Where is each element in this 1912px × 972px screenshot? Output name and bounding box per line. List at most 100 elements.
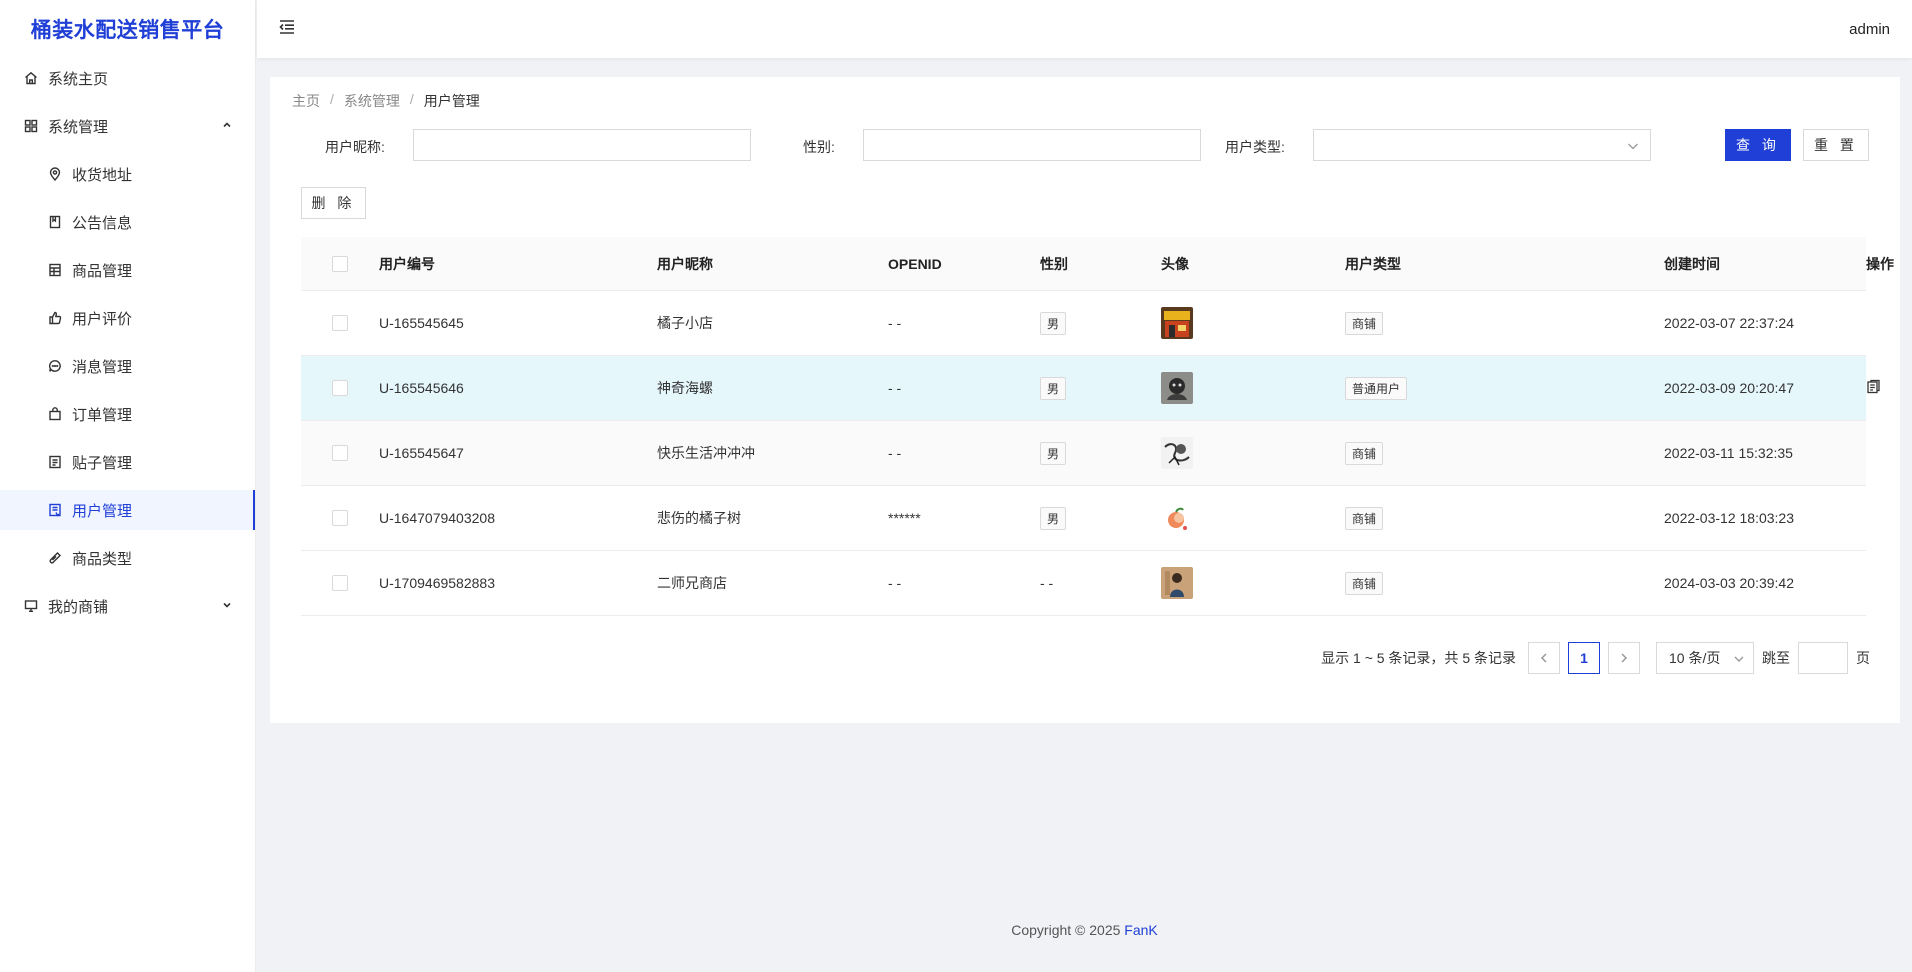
- breadcrumb-home[interactable]: 主页: [292, 91, 320, 111]
- sidebar-item-users[interactable]: 用户管理: [0, 490, 255, 530]
- user-type-tag: 商铺: [1345, 441, 1384, 465]
- sidebar-item-product-types[interactable]: 商品类型: [0, 538, 255, 578]
- edit-icon[interactable]: [1866, 379, 1881, 397]
- chevron-down-icon: [1626, 139, 1640, 153]
- chevron-left-icon: [1540, 653, 1547, 663]
- location-icon: [48, 167, 62, 181]
- book-icon: [48, 215, 62, 229]
- message-icon: [48, 359, 62, 373]
- avatar[interactable]: [1161, 372, 1193, 404]
- column-header: 创建时间: [1664, 255, 1720, 272]
- sidebar-item-products[interactable]: 商品管理: [0, 250, 255, 290]
- avatar[interactable]: [1161, 437, 1193, 469]
- gender-text: - -: [1040, 575, 1054, 591]
- sidebar-item-label: 商品类型: [72, 550, 133, 568]
- avatar-cell: [1161, 372, 1345, 404]
- row-checkbox[interactable]: [332, 510, 348, 526]
- row-checkbox[interactable]: [332, 575, 348, 591]
- avatar-cell: [1161, 502, 1345, 534]
- gender-label: 性别:: [803, 139, 835, 155]
- nickname-input[interactable]: [413, 129, 751, 161]
- user-type-tag: 商铺: [1345, 506, 1384, 530]
- sidebar-item-system[interactable]: 系统管理: [0, 106, 255, 146]
- row-checkbox[interactable]: [332, 445, 348, 461]
- page-suffix: 页: [1856, 650, 1870, 666]
- search-button[interactable]: 查 询: [1725, 129, 1791, 161]
- row-checkbox[interactable]: [332, 315, 348, 331]
- row-checkbox[interactable]: [332, 380, 348, 396]
- sidebar-item-home[interactable]: 系统主页: [0, 58, 255, 98]
- page-number-button[interactable]: 1: [1568, 642, 1600, 674]
- page-size-value: 10 条/页: [1669, 650, 1721, 666]
- sidebar-item-label: 消息管理: [72, 358, 133, 376]
- sidebar-menu: 系统主页 系统管理 收货地址 公告信息 商品管理 用户评价 消息管理 订单管理 …: [0, 58, 255, 626]
- avatar[interactable]: [1161, 502, 1193, 534]
- pagination: 显示 1 ~ 5 条记录，共 5 条记录 1 10 条/页 跳至 页: [1321, 642, 1870, 674]
- jump-page-input[interactable]: [1798, 642, 1848, 674]
- prev-page-button[interactable]: [1528, 642, 1560, 674]
- user-nickname: 悲伤的橘子树: [657, 510, 741, 526]
- gender-cell: 男: [1040, 376, 1161, 400]
- sidebar-item-label: 系统主页: [48, 70, 109, 88]
- row-select-cell: [301, 445, 379, 461]
- page-size-select[interactable]: 10 条/页: [1656, 642, 1754, 674]
- jump-label: 跳至: [1762, 650, 1790, 666]
- top-header: admin: [257, 0, 1912, 58]
- user-type-select[interactable]: [1313, 129, 1651, 161]
- table-row[interactable]: U-165545646 神奇海螺 - - 男 普通用户 2022-03-09 2…: [301, 356, 1880, 421]
- sidebar-item-label: 公告信息: [72, 214, 133, 232]
- next-page-button[interactable]: [1608, 642, 1640, 674]
- column-header: OPENID: [888, 255, 942, 272]
- chevron-down-icon: [1733, 652, 1745, 668]
- copyright-text: Copyright © 2025: [1011, 922, 1121, 938]
- avatar-cell: [1161, 437, 1345, 469]
- gender-input[interactable]: [863, 129, 1201, 161]
- avatar-cell: [1161, 567, 1345, 599]
- column-header: 用户编号: [379, 255, 435, 272]
- sidebar-item-my-shop[interactable]: 我的商铺: [0, 586, 255, 626]
- breadcrumb-separator: /: [409, 91, 414, 107]
- table-row[interactable]: U-165545647 快乐生活冲冲冲 - - 男 商铺 2022-03-11 …: [301, 421, 1866, 486]
- sidebar-item-label: 用户评价: [72, 310, 133, 328]
- sidebar-item-orders[interactable]: 订单管理: [0, 394, 255, 434]
- user-type-label: 用户类型:: [1225, 139, 1285, 155]
- avatar[interactable]: [1161, 307, 1193, 339]
- actions-cell: [1866, 379, 1881, 397]
- user-id: U-165545647: [379, 445, 464, 461]
- tag-icon: [48, 551, 62, 565]
- user-openid: ******: [888, 510, 921, 526]
- home-icon: [24, 71, 38, 85]
- sidebar-item-address[interactable]: 收货地址: [0, 154, 255, 194]
- sidebar-item-posts[interactable]: 贴子管理: [0, 442, 255, 482]
- sidebar-item-label: 收货地址: [72, 166, 133, 184]
- breadcrumb-section[interactable]: 系统管理: [344, 91, 400, 111]
- reset-button[interactable]: 重 置: [1803, 129, 1869, 161]
- user-openid: - -: [888, 445, 902, 461]
- sidebar-item-notice[interactable]: 公告信息: [0, 202, 255, 242]
- app-title: 桶装水配送销售平台: [30, 19, 225, 42]
- sidebar-item-reviews[interactable]: 用户评价: [0, 298, 255, 338]
- user-type-cell: 商铺: [1345, 571, 1664, 595]
- sidebar-item-messages[interactable]: 消息管理: [0, 346, 255, 386]
- avatar[interactable]: [1161, 567, 1193, 599]
- author-link[interactable]: FanK: [1124, 922, 1157, 938]
- user-menu[interactable]: admin: [1849, 21, 1890, 38]
- delete-button[interactable]: 删 除: [301, 187, 366, 219]
- table-row[interactable]: U-1709469582883 二师兄商店 - - - - 商铺 2024-03…: [301, 551, 1866, 616]
- select-all-cell: [301, 255, 379, 272]
- table-row[interactable]: U-165545645 橘子小店 - - 男 商铺 2022-03-07 22:…: [301, 291, 1866, 356]
- user-type-cell: 商铺: [1345, 506, 1664, 530]
- column-header: 用户昵称: [657, 255, 713, 272]
- sidebar-item-label: 商品管理: [72, 262, 133, 280]
- user-nickname: 神奇海螺: [657, 380, 713, 396]
- sidebar-item-label: 我的商铺: [48, 598, 109, 616]
- breadcrumb-current: 用户管理: [423, 93, 480, 109]
- user-type-tag: 商铺: [1345, 311, 1384, 335]
- users-table: 用户编号 用户昵称 OPENID 性别 头像 用户类型 创建时间 操作 U-16…: [301, 237, 1894, 616]
- menu-fold-icon[interactable]: [278, 18, 296, 40]
- user-openid: - -: [888, 380, 902, 396]
- select-all-checkbox[interactable]: [332, 255, 348, 272]
- user-type-tag: 普通用户: [1345, 376, 1408, 400]
- table-row[interactable]: U-1647079403208 悲伤的橘子树 ****** 男 商铺 2022-…: [301, 486, 1866, 551]
- user-type-cell: 商铺: [1345, 441, 1664, 465]
